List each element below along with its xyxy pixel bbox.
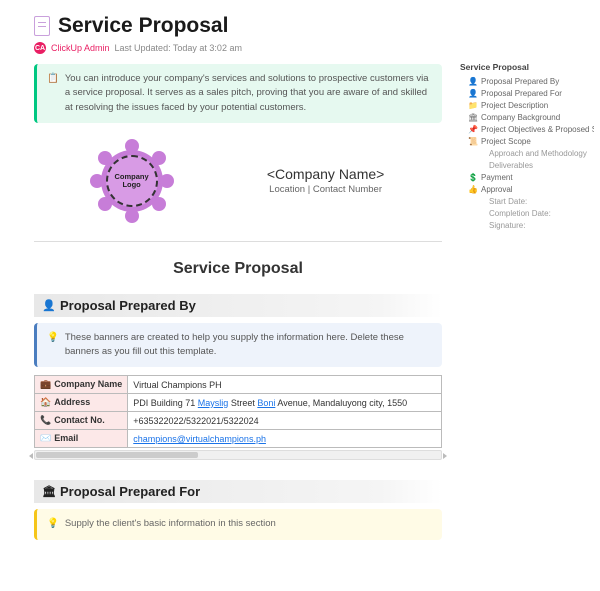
company-location-placeholder[interactable]: Location | Contact Number: [267, 184, 385, 195]
outline-item[interactable]: 👍 Approval: [460, 183, 594, 195]
maysilo-link[interactable]: Mayslig: [198, 398, 229, 408]
outline-item-icon: 📌: [468, 125, 477, 134]
outline-item-icon: 👍: [468, 185, 477, 194]
outline-item-label: Company Background: [481, 113, 560, 122]
prepared-by-callout: 💡 These banners are created to help you …: [34, 323, 442, 368]
email-value[interactable]: champions@virtualchampions.ph: [128, 430, 442, 448]
intro-callout: 📋 You can introduce your company's servi…: [34, 64, 442, 123]
company-name-label: 💼Company Name: [35, 376, 128, 394]
callout-text: These banners are created to help you su…: [65, 331, 432, 360]
author-name[interactable]: ClickUp Admin: [51, 43, 110, 53]
outline-item-icon: 📜: [468, 137, 477, 146]
section-title: Proposal Prepared For: [60, 484, 200, 499]
outline-item-label: Approach and Methodology: [489, 149, 587, 158]
company-block: <Company Name> Location | Contact Number: [267, 166, 385, 195]
home-icon: 🏠: [40, 397, 51, 407]
outline-item-label: Proposal Prepared By: [481, 77, 559, 86]
briefcase-icon: 💼: [40, 379, 51, 389]
outline-item-label: Approval: [481, 185, 513, 194]
prepared-by-table: 💼Company Name Virtual Champions PH 🏠Addr…: [34, 375, 442, 448]
outline-item[interactable]: 👤 Proposal Prepared By: [460, 75, 594, 87]
address-value[interactable]: PDI Building 71 Mayslig Street Boni Aven…: [128, 394, 442, 412]
horizontal-scrollbar[interactable]: [34, 450, 442, 460]
title-row: Service Proposal: [34, 14, 442, 38]
outline-item[interactable]: 🏛 Company Background: [460, 111, 594, 123]
contact-label: 📞Contact No.: [35, 412, 128, 430]
outline-item-icon: 📁: [468, 101, 477, 110]
outline-item[interactable]: 📜 Project Scope: [460, 135, 594, 147]
address-label: 🏠Address: [35, 394, 128, 412]
logo-text: Company Logo: [106, 155, 158, 207]
page-title: Service Proposal: [58, 14, 228, 38]
building-icon: 🏛: [42, 485, 54, 498]
outline-item-icon: 👤: [468, 89, 477, 98]
outline-item-label: Signature:: [489, 221, 525, 230]
outline-item[interactable]: Signature:: [460, 219, 594, 231]
document-heading: Service Proposal: [34, 260, 442, 278]
divider: [34, 241, 442, 242]
table-row: ✉️Email champions@virtualchampions.ph: [35, 430, 442, 448]
mail-icon: ✉️: [40, 433, 51, 443]
email-link[interactable]: champions@virtualchampions.ph: [133, 434, 266, 444]
outline-item-label: Project Scope: [481, 137, 531, 146]
outline-item-label: Payment: [481, 173, 513, 182]
outline-item-label: Start Date:: [489, 197, 527, 206]
person-icon: 👤: [42, 299, 54, 312]
table-row: 🏠Address PDI Building 71 Mayslig Street …: [35, 394, 442, 412]
outline-item-label: Project Description: [481, 101, 548, 110]
outline-item[interactable]: 💲 Payment: [460, 171, 594, 183]
outline-item-label: Proposal Prepared For: [481, 89, 562, 98]
outline-item[interactable]: Start Date:: [460, 195, 594, 207]
company-logo-placeholder: Company Logo: [92, 141, 172, 221]
prepared-for-callout: 💡 Supply the client's basic information …: [34, 509, 442, 539]
outline-item-label: Completion Date:: [489, 209, 551, 218]
outline-item[interactable]: Deliverables: [460, 159, 594, 171]
section-title: Proposal Prepared By: [60, 298, 196, 313]
contact-value[interactable]: +635322022/5322021/5322024: [128, 412, 442, 430]
outline-item[interactable]: 📁 Project Description: [460, 99, 594, 111]
outline-item[interactable]: 👤 Proposal Prepared For: [460, 87, 594, 99]
outline-item-label: Project Objectives & Proposed Ser…: [481, 125, 594, 134]
lightbulb-icon: 💡: [47, 517, 59, 531]
document-icon: [34, 16, 50, 36]
company-name-placeholder[interactable]: <Company Name>: [267, 166, 385, 182]
lightbulb-icon: 💡: [47, 331, 59, 360]
outline-item[interactable]: Approach and Methodology: [460, 147, 594, 159]
outline-item-icon: 👤: [468, 77, 477, 86]
hero-row: Company Logo <Company Name> Location | C…: [34, 123, 442, 235]
last-updated: Last Updated: Today at 3:02 am: [115, 43, 242, 53]
boni-link[interactable]: Boni: [257, 398, 275, 408]
scrollbar-thumb[interactable]: [36, 452, 198, 458]
author-avatar[interactable]: CA: [34, 42, 46, 54]
intro-text: You can introduce your company's service…: [65, 72, 432, 115]
clipboard-icon: 📋: [47, 72, 59, 115]
outline-title[interactable]: Service Proposal: [460, 62, 594, 72]
outline-sidebar: Service Proposal 👤 Proposal Prepared By 👤 P…: [458, 0, 600, 591]
outline-item-icon: 🏛: [468, 113, 477, 122]
email-label: ✉️Email: [35, 430, 128, 448]
table-row: 📞Contact No. +635322022/5322021/5322024: [35, 412, 442, 430]
table-row: 💼Company Name Virtual Champions PH: [35, 376, 442, 394]
company-name-value[interactable]: Virtual Champions PH: [128, 376, 442, 394]
main-content: Service Proposal CA ClickUp Admin Last U…: [0, 0, 458, 591]
callout-text: Supply the client's basic information in…: [65, 517, 276, 531]
section-prepared-by-header: 👤 Proposal Prepared By: [34, 294, 442, 317]
section-prepared-for-header: 🏛 Proposal Prepared For: [34, 480, 442, 503]
outline-item[interactable]: 📌 Project Objectives & Proposed Ser…: [460, 123, 594, 135]
outline-item-icon: 💲: [468, 173, 477, 182]
meta-row: CA ClickUp Admin Last Updated: Today at …: [34, 42, 442, 54]
phone-icon: 📞: [40, 415, 51, 425]
outline-item[interactable]: Completion Date:: [460, 207, 594, 219]
outline-item-label: Deliverables: [489, 161, 533, 170]
